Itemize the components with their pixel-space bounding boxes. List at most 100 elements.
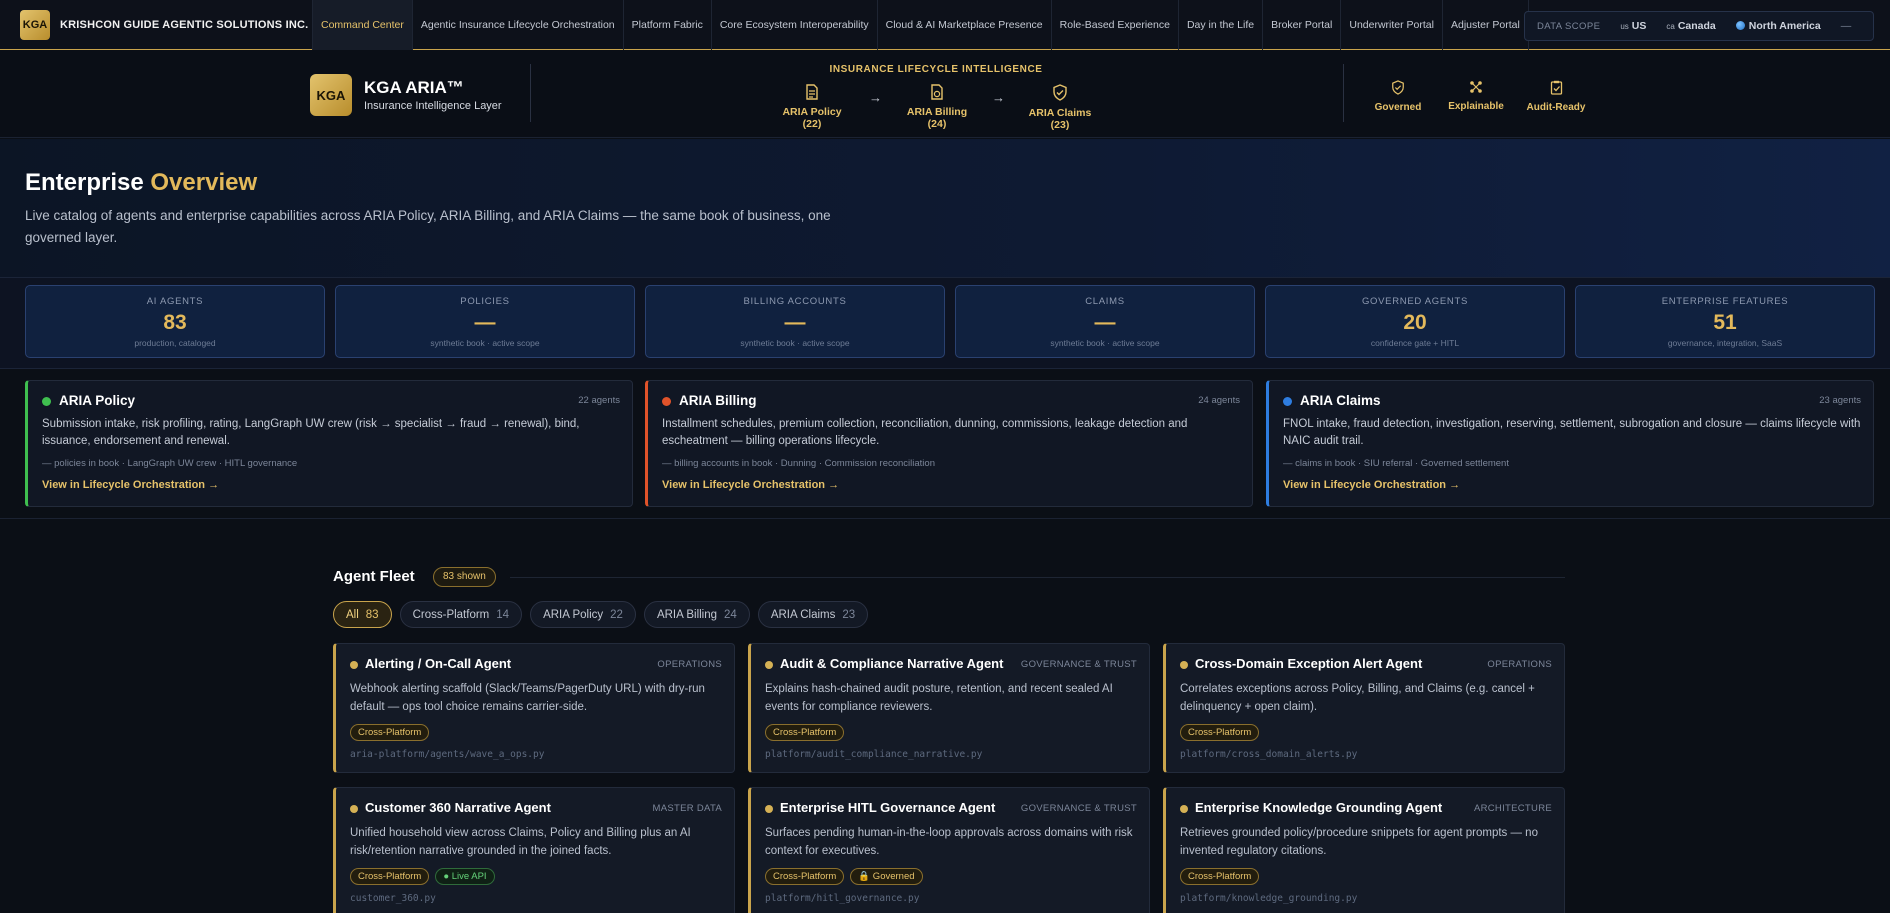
agent-category: OPERATIONS (657, 659, 722, 670)
nav-item[interactable]: Adjuster Portal (1443, 0, 1529, 50)
agent-card[interactable]: Customer 360 Narrative Agent MASTER DATA U… (333, 787, 735, 913)
brand[interactable]: KGA KRISHCON GUIDE AGENTIC SOLUTIONS INC… (0, 9, 312, 40)
filter-count: 83 (365, 608, 379, 621)
nav-item[interactable]: Role-Based Experience (1052, 0, 1179, 50)
stat-value: 83 (163, 311, 187, 334)
agent-tag: Cross-Platform (1180, 868, 1260, 885)
agent-category: ARCHITECTURE (1473, 803, 1552, 814)
lifecycle-title: INSURANCE LIFECYCLE INTELLIGENCE (829, 64, 1043, 75)
agent-card[interactable]: Enterprise HITL Governance Agent GOVERNAN… (748, 787, 1150, 913)
badge-governed: Governed (1374, 80, 1422, 113)
status-dot (350, 805, 358, 813)
lifecycle-arrow: → (869, 90, 882, 105)
filter-label: ARIA Billing (656, 608, 718, 621)
nav-item[interactable]: Command Center (312, 0, 413, 50)
lifecycle-orchestration-link[interactable]: View in Lifecycle Orchestration → (662, 479, 839, 491)
nav-item[interactable]: Agentic Insurance Lifecycle Orchestratio… (413, 0, 624, 50)
lifecycle-orchestration-link[interactable]: View in Lifecycle Orchestration → (42, 479, 219, 491)
status-dot (662, 397, 671, 406)
agent-tag: Cross-Platform (765, 724, 845, 741)
filter-chip[interactable]: Cross-Platform 14 (399, 601, 523, 628)
agent-category: OPERATIONS (1487, 659, 1552, 670)
filter-label: ARIA Policy (543, 608, 604, 621)
filter-chip[interactable]: ARIA Billing 24 (643, 601, 750, 628)
agent-card[interactable]: Cross-Domain Exception Alert Agent OPERAT… (1163, 643, 1565, 773)
stat-label: ENTERPRISE FEATURES (1661, 296, 1789, 307)
domain-description: FNOL intake, fraud detection, investigat… (1283, 418, 1861, 447)
lifecycle-step-policy[interactable]: ARIA Policy (22) (776, 84, 848, 130)
status-dot (1180, 805, 1188, 813)
page-title: Enterprise Overview (25, 169, 258, 196)
domain-description: Submission intake, risk profiling, ratin… (42, 418, 580, 447)
shield-icon (1392, 80, 1404, 95)
nav-item[interactable]: Broker Portal (1263, 0, 1342, 50)
agent-tags: Cross-Platform (1180, 724, 1265, 741)
domain-meta: — claims in book · SIU referral · Govern… (1283, 458, 1509, 469)
filter-chip[interactable]: ARIA Claims 23 (757, 601, 869, 628)
filter-count: 22 (610, 608, 623, 621)
stat-label: AI AGENTS (146, 296, 204, 307)
aria-logo: KGA (310, 74, 352, 116)
domain-meta: — policies in book · LangGraph UW crew ·… (42, 458, 298, 469)
agent-source-path: aria-platform/agents/wave_a_ops.py (350, 749, 545, 760)
agent-count: 24 agents (1198, 395, 1240, 406)
agent-description: Unified household view across Claims, Po… (350, 827, 691, 857)
lifecycle-arrow: → (992, 90, 1005, 105)
status-dot (765, 805, 773, 813)
nav-item[interactable]: Cloud & AI Marketplace Presence (878, 0, 1052, 50)
aria-title: KGA ARIA™ (364, 78, 464, 97)
data-scope-selector: DATA SCOPE us US ca Canada North America — (1524, 11, 1874, 41)
scope-option-north-america[interactable]: North America (1735, 20, 1821, 32)
domain-card: ARIA Billing 24 agents Installment schedul… (645, 380, 1253, 507)
filter-label: All (346, 608, 359, 621)
main-nav: Command Center Agentic Insurance Lifecycl… (312, 0, 1529, 50)
badge-audit-ready: Audit-Ready (1526, 80, 1586, 113)
lifecycle-step-claims[interactable]: ARIA Claims (23) (1021, 84, 1099, 131)
stat-card: ENTERPRISE FEATURES 51 governance, integra… (1575, 285, 1875, 358)
lifecycle-orchestration-link[interactable]: View in Lifecycle Orchestration → (1283, 479, 1460, 491)
scope-trailing: — (1840, 20, 1852, 32)
nav-item[interactable]: Platform Fabric (624, 0, 712, 50)
stat-subtext: confidence gate + HITL (1370, 338, 1460, 348)
filter-chip[interactable]: ARIA Policy 22 (530, 601, 636, 628)
domain-card: ARIA Policy 22 agents Submission intake, r… (25, 380, 633, 507)
agent-tag: Cross-Platform (350, 724, 430, 741)
scope-option-us[interactable]: us US (1620, 20, 1646, 32)
agent-description: Webhook alerting scaffold (Slack/Teams/P… (350, 683, 705, 713)
nav-item[interactable]: Day in the Life (1179, 0, 1264, 50)
agent-card[interactable]: Audit & Compliance Narrative Agent GOVERN… (748, 643, 1150, 773)
clipboard-check-icon (1550, 80, 1562, 95)
filter-count: 24 (724, 608, 737, 621)
filter-count: 23 (842, 608, 856, 621)
nav-item[interactable]: Underwriter Portal (1341, 0, 1443, 50)
company-name: KRISHCON GUIDE AGENTIC SOLUTIONS INC. (60, 18, 309, 31)
status-dot (1283, 397, 1292, 406)
agent-name: Enterprise HITL Governance Agent (780, 800, 996, 815)
agent-description: Explains hash-chained audit posture, ret… (765, 683, 1113, 713)
stat-label: BILLING ACCOUNTS (743, 296, 847, 307)
stat-value: 51 (1713, 311, 1737, 334)
agent-card[interactable]: Alerting / On-Call Agent OPERATIONS Webhoo… (333, 643, 735, 773)
agent-tags: Cross-Platform (1180, 868, 1265, 885)
filter-chip[interactable]: All 83 (333, 601, 392, 628)
agent-category: GOVERNANCE & TRUST (1020, 803, 1137, 814)
agent-name: Audit & Compliance Narrative Agent (780, 656, 1004, 671)
top-nav-bar: KGA KRISHCON GUIDE AGENTIC SOLUTIONS INC… (0, 0, 1890, 50)
scope-option-canada[interactable]: ca Canada (1666, 20, 1715, 32)
domain-name: ARIA Billing (679, 393, 757, 408)
stat-subtext: synthetic book · active scope (740, 338, 850, 348)
lifecycle-step-billing[interactable]: ARIA Billing (24) (899, 84, 975, 130)
stat-subtext: synthetic book · active scope (1050, 338, 1160, 348)
stat-subtext: synthetic book · active scope (430, 338, 540, 348)
agent-tags: Cross-Platform (350, 724, 435, 741)
agent-tags: Cross-Platform ● Live API (350, 868, 501, 885)
stat-card: AI AGENTS 83 production, cataloged (25, 285, 325, 358)
agent-name: Customer 360 Narrative Agent (365, 800, 551, 815)
status-dot (765, 661, 773, 669)
nav-item[interactable]: Core Ecosystem Interoperability (712, 0, 878, 50)
agent-description: Retrieves grounded policy/procedure snip… (1180, 827, 1538, 857)
agent-card[interactable]: Enterprise Knowledge Grounding Agent ARCH… (1163, 787, 1565, 913)
document-icon (806, 84, 818, 100)
agent-count: 23 agents (1819, 395, 1861, 406)
stat-card: POLICIES — synthetic book · active scope (335, 285, 635, 358)
